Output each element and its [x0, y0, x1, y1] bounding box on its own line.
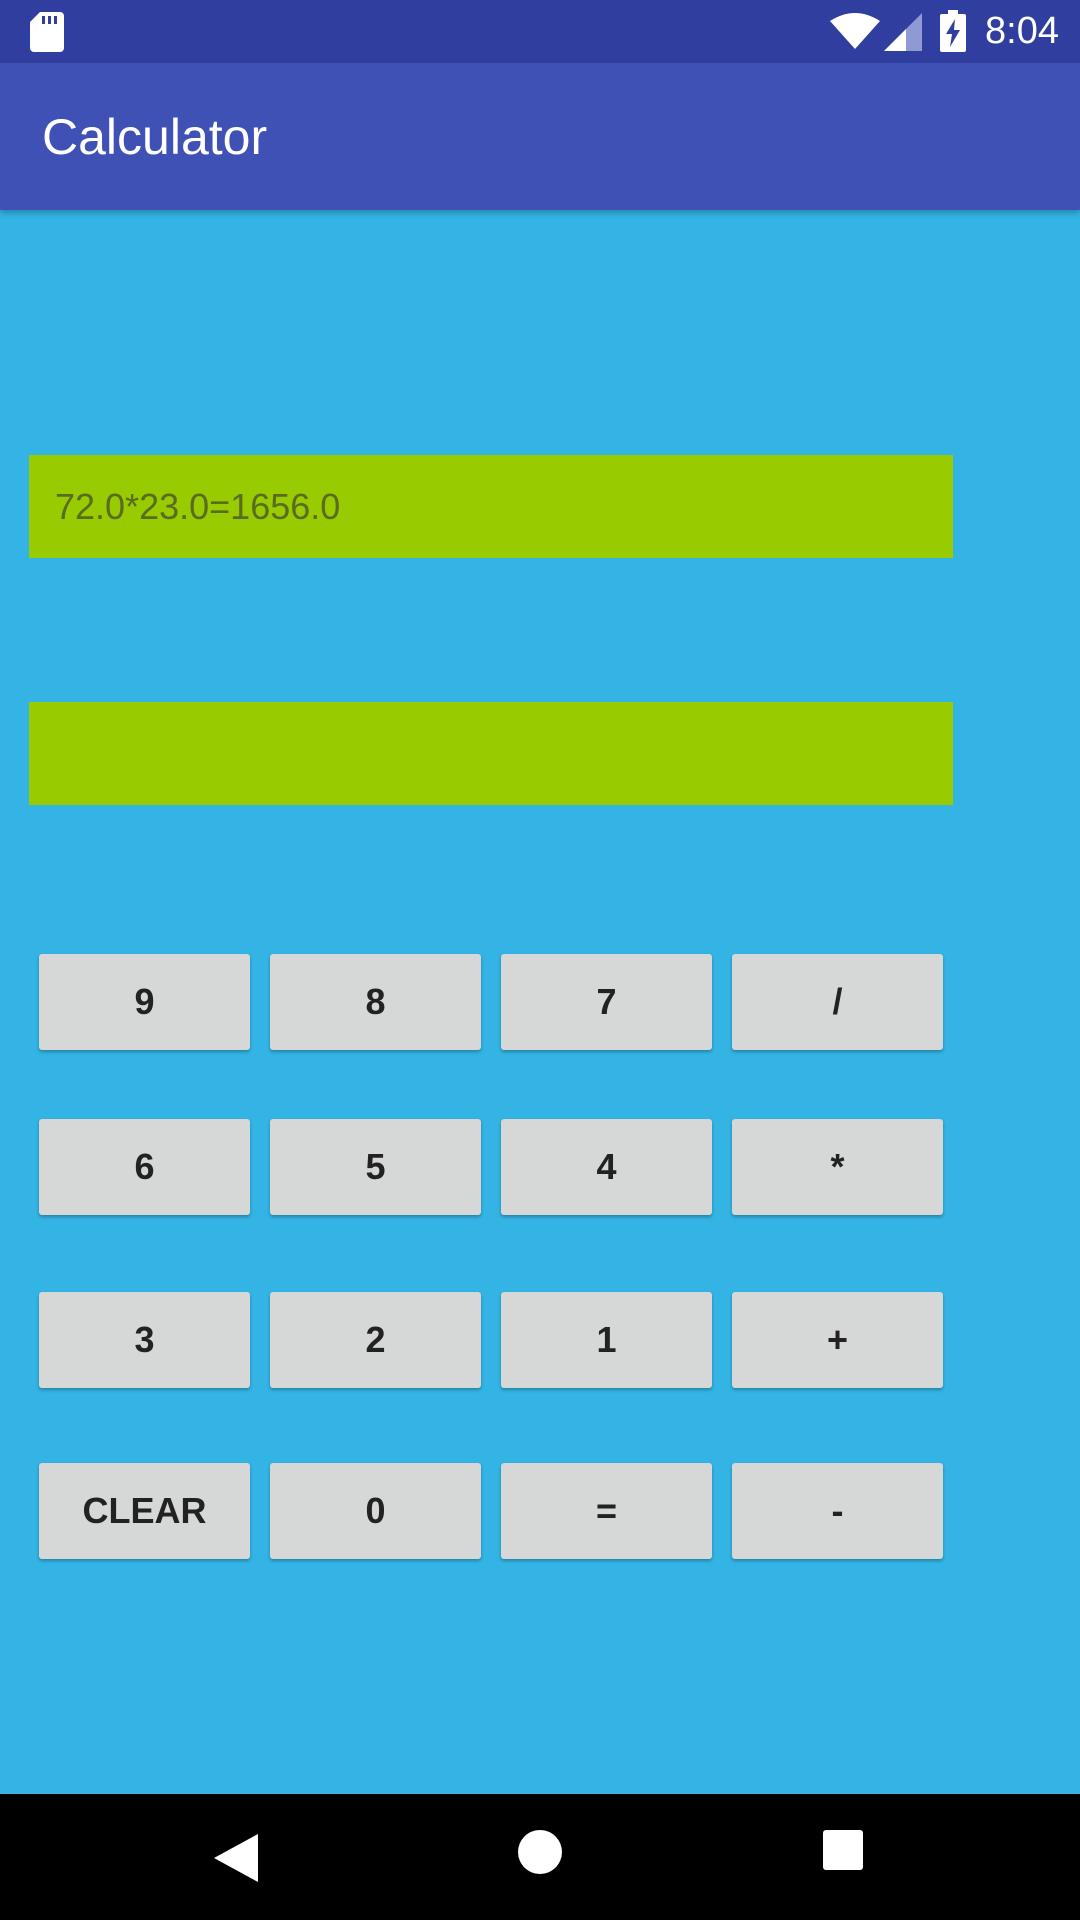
- key-subtract[interactable]: -: [732, 1463, 943, 1559]
- battery-charging-icon: [940, 10, 966, 52]
- key-multiply[interactable]: *: [732, 1119, 943, 1215]
- app-bar: Calculator: [0, 63, 1080, 210]
- keypad: 9 8 7 / 6 5 4 * 3 2 1 + CLEAR 0 = -: [0, 0, 1080, 1920]
- recent-apps-icon[interactable]: [823, 1830, 863, 1870]
- key-5[interactable]: 5: [270, 1119, 481, 1215]
- back-icon[interactable]: [214, 1834, 258, 1882]
- key-7[interactable]: 7: [501, 954, 712, 1050]
- expression-text: 72.0*23.0=1656.0: [55, 485, 341, 527]
- key-3[interactable]: 3: [39, 1292, 250, 1388]
- home-icon[interactable]: [518, 1830, 562, 1874]
- key-clear[interactable]: CLEAR: [39, 1463, 250, 1559]
- key-2[interactable]: 2: [270, 1292, 481, 1388]
- sd-card-icon: [30, 12, 64, 52]
- key-equals[interactable]: =: [501, 1463, 712, 1559]
- status-time: 8:04: [985, 10, 1059, 52]
- key-add[interactable]: +: [732, 1292, 943, 1388]
- key-9[interactable]: 9: [39, 954, 250, 1050]
- wifi-icon: [830, 13, 880, 49]
- key-4[interactable]: 4: [501, 1119, 712, 1215]
- navigation-bar: [0, 1794, 1080, 1920]
- key-1[interactable]: 1: [501, 1292, 712, 1388]
- input-field[interactable]: [29, 702, 953, 805]
- key-divide[interactable]: /: [732, 954, 943, 1050]
- expression-display[interactable]: 72.0*23.0=1656.0: [29, 455, 953, 558]
- status-bar: 8:04: [0, 0, 1080, 63]
- key-0[interactable]: 0: [270, 1463, 481, 1559]
- app-title: Calculator: [42, 109, 268, 165]
- key-8[interactable]: 8: [270, 954, 481, 1050]
- cell-signal-icon: [884, 13, 922, 51]
- key-6[interactable]: 6: [39, 1119, 250, 1215]
